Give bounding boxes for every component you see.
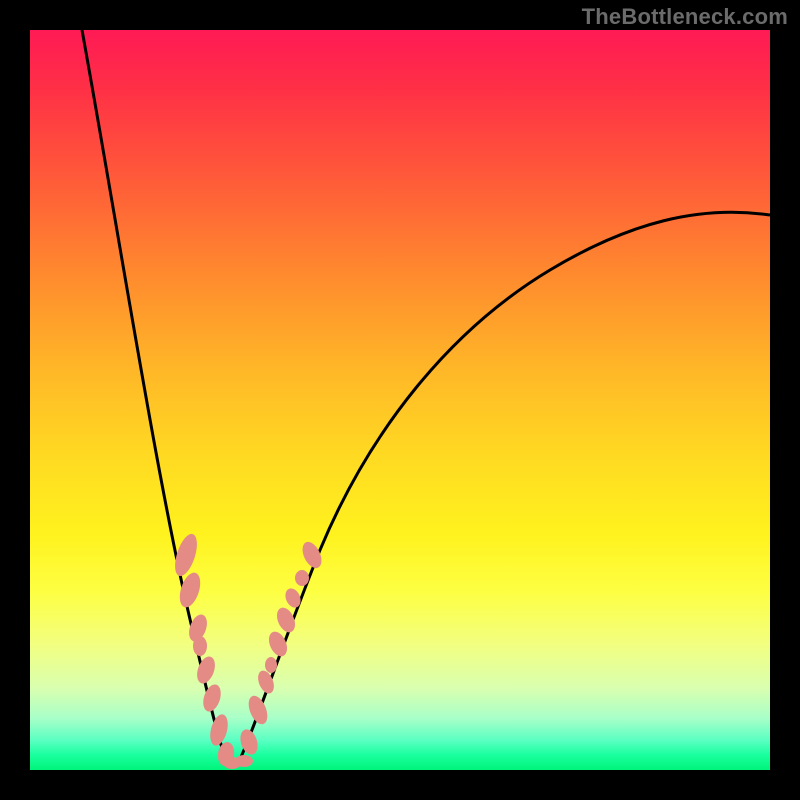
chart-frame: TheBottleneck.com — [0, 0, 800, 800]
watermark-text: TheBottleneck.com — [582, 4, 788, 30]
marker-cluster-left — [171, 531, 241, 769]
curve-layer — [30, 30, 770, 770]
curve-right-branch — [237, 212, 770, 766]
plot-area — [30, 30, 770, 770]
curve-left-branch — [82, 30, 228, 765]
